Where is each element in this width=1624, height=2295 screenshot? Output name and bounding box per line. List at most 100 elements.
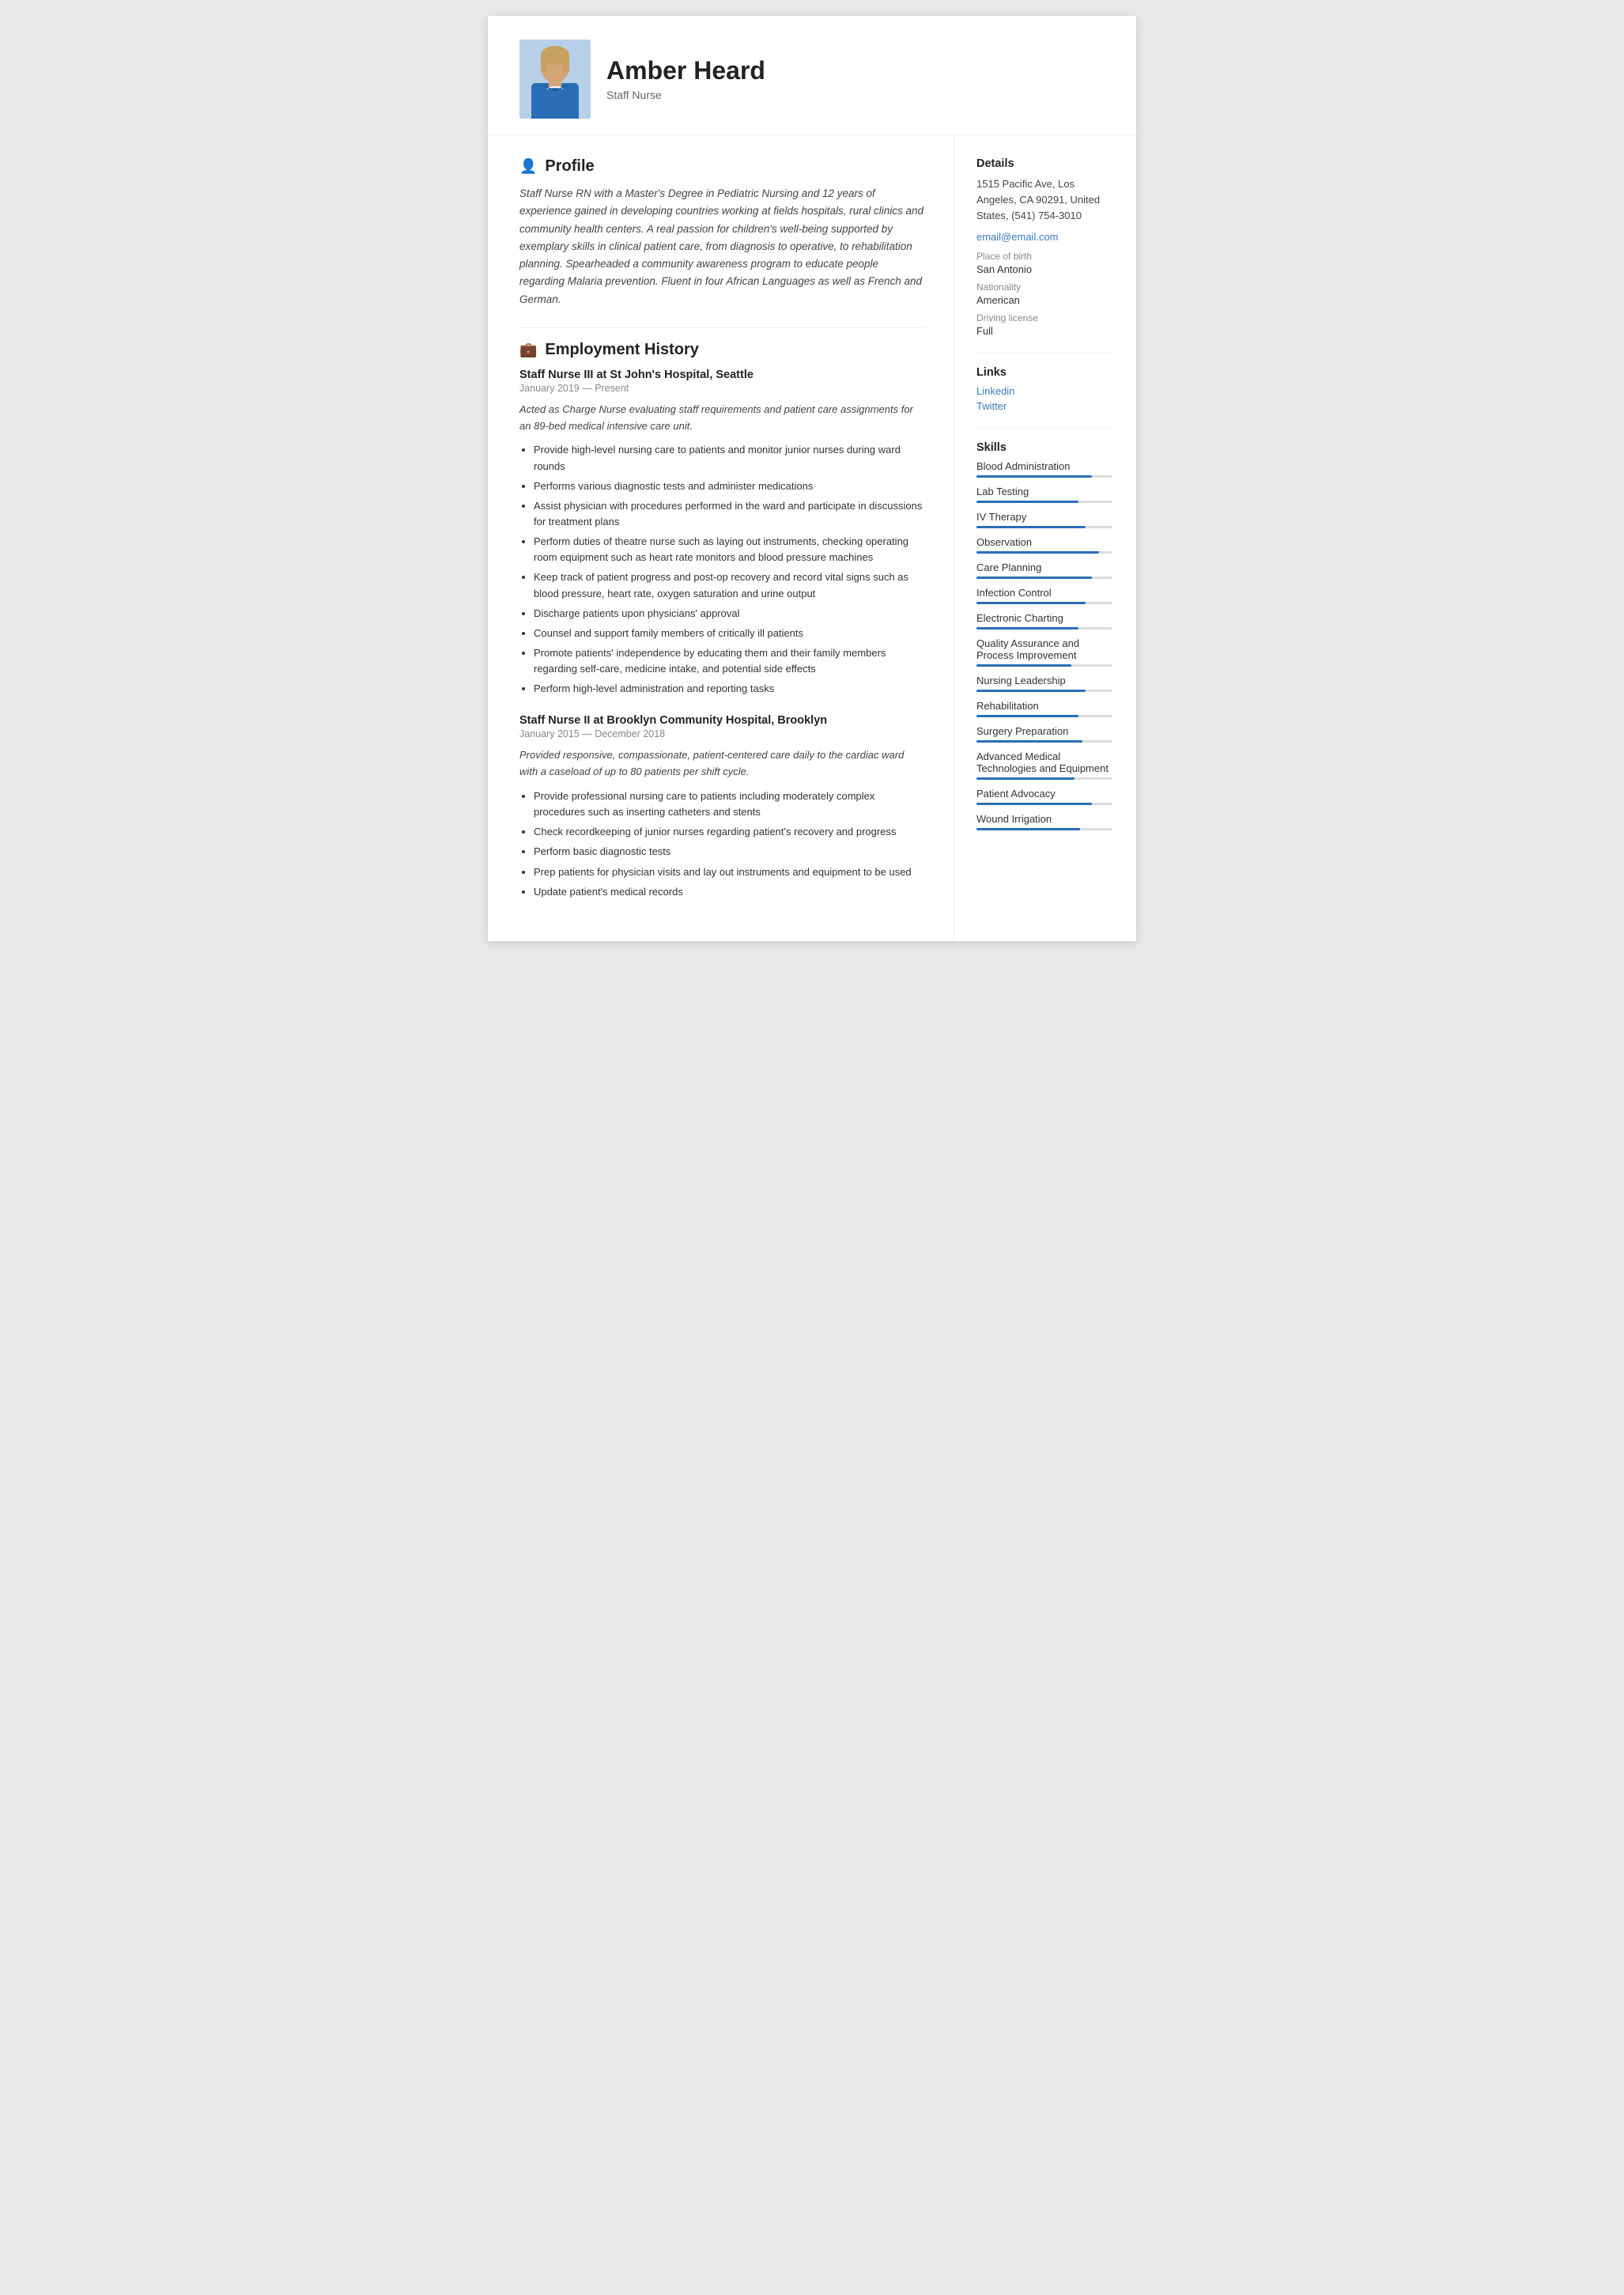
bullet-item: Assist physician with procedures perform… — [534, 498, 925, 530]
links-heading: Links — [976, 366, 1112, 379]
nationality-label: Nationality — [976, 282, 1112, 293]
candidate-name: Amber Heard — [606, 57, 765, 85]
skill-bar-background — [976, 803, 1112, 805]
job-1-date: January 2019 — Present — [519, 383, 925, 394]
skill-bar-background — [976, 627, 1112, 630]
details-address: 1515 Pacific Ave, Los Angeles, CA 90291,… — [976, 176, 1112, 224]
header-info: Amber Heard Staff Nurse — [606, 57, 765, 100]
skill-name: Infection Control — [976, 587, 1112, 599]
skill-bar-fill — [976, 501, 1078, 503]
skill-name: Rehabilitation — [976, 700, 1112, 712]
skill-name: Quality Assurance and Process Improvemen… — [976, 637, 1112, 661]
bullet-item: Perform duties of theatre nurse such as … — [534, 534, 925, 565]
candidate-title: Staff Nurse — [606, 89, 765, 101]
job-2-date: January 2015 — December 2018 — [519, 728, 925, 739]
bullet-item: Perform basic diagnostic tests — [534, 844, 925, 860]
job-2-bullets: Provide professional nursing care to pat… — [519, 788, 925, 900]
skill-bar-background — [976, 740, 1112, 743]
skill-name: Observation — [976, 536, 1112, 548]
skill-item: Infection Control — [976, 587, 1112, 604]
skill-item: Rehabilitation — [976, 700, 1112, 717]
profile-heading: 👤 Profile — [519, 157, 925, 176]
skills-list: Blood AdministrationLab TestingIV Therap… — [976, 460, 1112, 830]
skill-item: Advanced Medical Technologies and Equipm… — [976, 751, 1112, 780]
skill-name: Wound Irrigation — [976, 813, 1112, 825]
skill-bar-fill — [976, 577, 1092, 579]
skill-bar-fill — [976, 828, 1080, 830]
bullet-item: Performs various diagnostic tests and ad… — [534, 478, 925, 494]
right-column: Details 1515 Pacific Ave, Los Angeles, C… — [954, 135, 1136, 941]
bullet-item: Provide high-level nursing care to patie… — [534, 442, 925, 474]
skill-name: Electronic Charting — [976, 612, 1112, 624]
skill-bar-background — [976, 526, 1112, 528]
skill-item: Blood Administration — [976, 460, 1112, 478]
bullet-item: Promote patients' independence by educat… — [534, 645, 925, 677]
skill-item: Electronic Charting — [976, 612, 1112, 630]
job-1-bullets: Provide high-level nursing care to patie… — [519, 442, 925, 697]
skill-bar-fill — [976, 551, 1099, 554]
divider-right-1 — [976, 353, 1112, 354]
employment-heading: 💼 Employment History — [519, 341, 925, 359]
bullet-item: Check recordkeeping of junior nurses reg… — [534, 824, 925, 840]
driving-label: Driving license — [976, 312, 1112, 323]
skill-item: Wound Irrigation — [976, 813, 1112, 830]
bullet-item: Update patient's medical records — [534, 884, 925, 900]
skill-bar-background — [976, 551, 1112, 554]
bullet-item: Counsel and support family members of cr… — [534, 626, 925, 641]
profile-text: Staff Nurse RN with a Master's Degree in… — [519, 185, 925, 308]
skill-name: Blood Administration — [976, 460, 1112, 472]
skill-bar-background — [976, 664, 1112, 667]
body: 👤 Profile Staff Nurse RN with a Master's… — [488, 135, 1136, 941]
skill-bar-fill — [976, 803, 1092, 805]
skill-bar-background — [976, 828, 1112, 830]
link-linkedin[interactable]: Linkedin — [976, 385, 1112, 397]
skill-bar-fill — [976, 475, 1092, 478]
skill-bar-fill — [976, 526, 1086, 528]
links-section: Links Linkedin Twitter — [976, 366, 1112, 412]
skill-item: Surgery Preparation — [976, 725, 1112, 743]
header: Amber Heard Staff Nurse — [488, 16, 1136, 135]
skill-item: Observation — [976, 536, 1112, 554]
skill-name: Care Planning — [976, 561, 1112, 573]
job-2-description: Provided responsive, compassionate, pati… — [519, 747, 925, 781]
details-heading: Details — [976, 157, 1112, 170]
skill-bar-fill — [976, 602, 1086, 604]
skill-name: Advanced Medical Technologies and Equipm… — [976, 751, 1112, 774]
divider-right-2 — [976, 428, 1112, 429]
skill-bar-background — [976, 602, 1112, 604]
employment-section: 💼 Employment History Staff Nurse III at … — [519, 341, 925, 900]
details-section: Details 1515 Pacific Ave, Los Angeles, C… — [976, 157, 1112, 337]
details-email[interactable]: email@email.com — [976, 231, 1059, 243]
skill-bar-background — [976, 715, 1112, 717]
profile-icon: 👤 — [519, 158, 537, 175]
job-2: Staff Nurse II at Brooklyn Community Hos… — [519, 714, 925, 899]
skill-name: IV Therapy — [976, 511, 1112, 523]
skill-bar-background — [976, 501, 1112, 503]
skill-bar-background — [976, 577, 1112, 579]
job-1: Staff Nurse III at St John's Hospital, S… — [519, 369, 925, 698]
skill-bar-fill — [976, 627, 1078, 630]
skill-item: Patient Advocacy — [976, 788, 1112, 805]
skill-bar-fill — [976, 777, 1074, 780]
bullet-item: Discharge patients upon physicians' appr… — [534, 606, 925, 622]
skill-item: Nursing Leadership — [976, 675, 1112, 692]
pob-label: Place of birth — [976, 251, 1112, 262]
pob-value: San Antonio — [976, 263, 1112, 275]
skills-section: Skills Blood AdministrationLab TestingIV… — [976, 441, 1112, 830]
resume-container: Amber Heard Staff Nurse 👤 Profile Staff … — [488, 16, 1136, 941]
driving-value: Full — [976, 325, 1112, 337]
skill-item: IV Therapy — [976, 511, 1112, 528]
bullet-item: Provide professional nursing care to pat… — [534, 788, 925, 820]
skill-item: Quality Assurance and Process Improvemen… — [976, 637, 1112, 667]
skill-name: Nursing Leadership — [976, 675, 1112, 686]
job-1-title: Staff Nurse III at St John's Hospital, S… — [519, 369, 925, 381]
skill-bar-background — [976, 777, 1112, 780]
skills-heading: Skills — [976, 441, 1112, 454]
bullet-item: Keep track of patient progress and post-… — [534, 569, 925, 601]
skill-bar-fill — [976, 664, 1071, 667]
bullet-item: Prep patients for physician visits and l… — [534, 864, 925, 880]
divider-1 — [519, 327, 925, 328]
job-1-description: Acted as Charge Nurse evaluating staff r… — [519, 402, 925, 435]
link-twitter[interactable]: Twitter — [976, 400, 1112, 412]
skill-name: Patient Advocacy — [976, 788, 1112, 800]
